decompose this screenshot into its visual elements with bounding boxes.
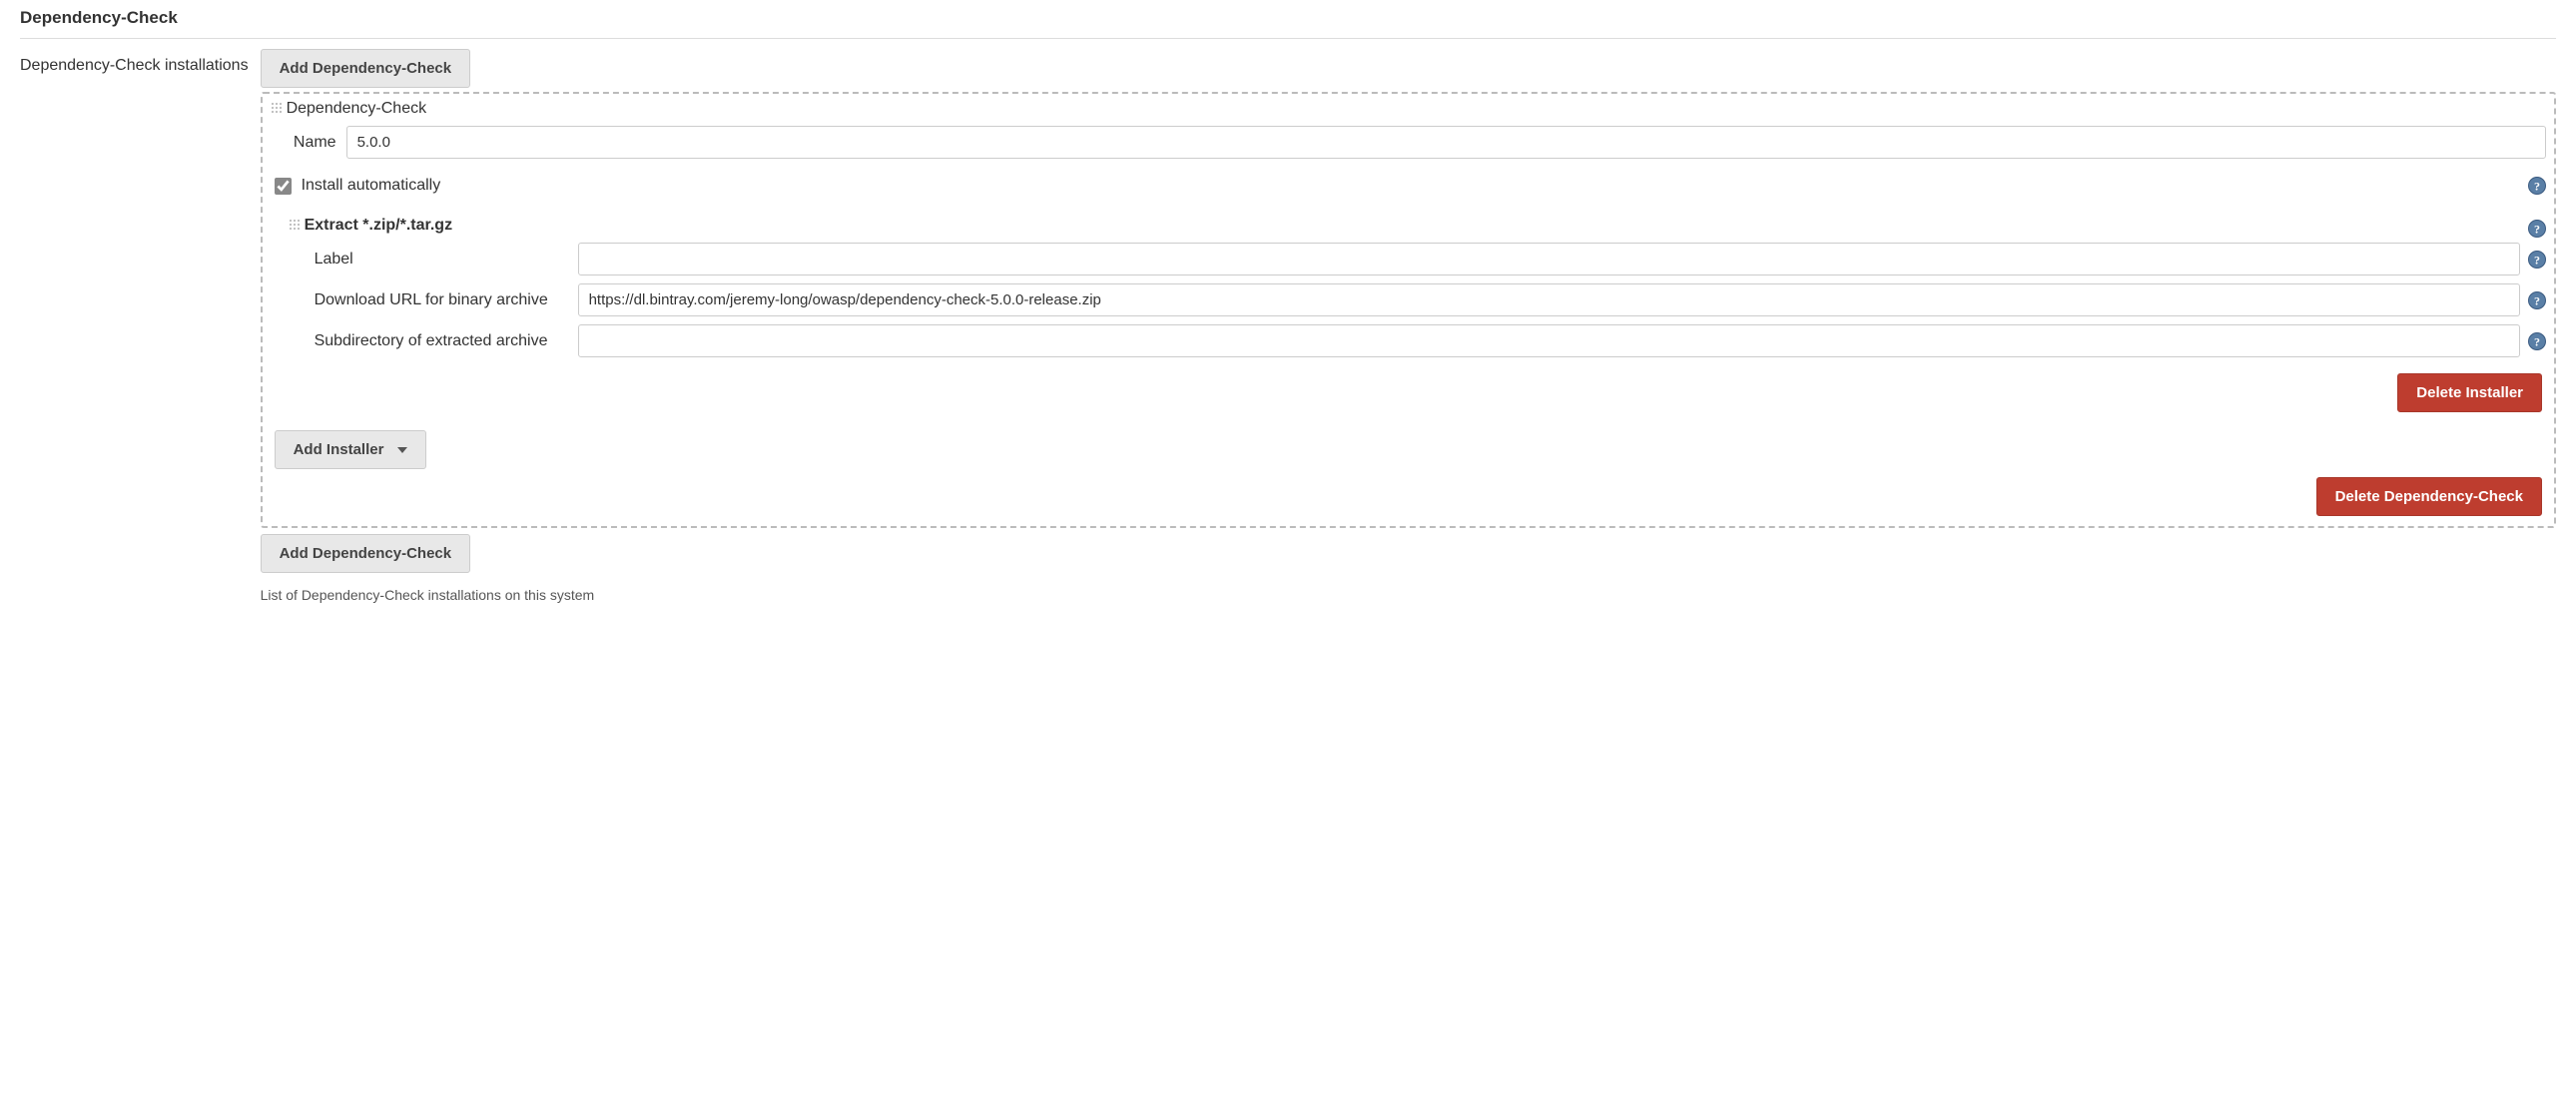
add-installer-button[interactable]: Add Installer bbox=[275, 430, 427, 469]
url-field-label: Download URL for binary archive bbox=[315, 291, 578, 309]
label-input[interactable] bbox=[578, 243, 2520, 275]
add-dependency-check-button-top[interactable]: Add Dependency-Check bbox=[261, 49, 471, 88]
name-label: Name bbox=[291, 134, 346, 152]
installation-title: Dependency-Check bbox=[287, 100, 427, 118]
subdirectory-input[interactable] bbox=[578, 324, 2520, 357]
help-icon[interactable] bbox=[2528, 332, 2546, 350]
help-icon[interactable] bbox=[2528, 251, 2546, 269]
name-input[interactable] bbox=[346, 126, 2546, 159]
divider bbox=[20, 38, 2556, 39]
chevron-down-icon bbox=[397, 447, 407, 453]
delete-dependency-check-button[interactable]: Delete Dependency-Check bbox=[2316, 477, 2542, 516]
help-icon[interactable] bbox=[2528, 177, 2546, 195]
section-title: Dependency-Check bbox=[20, 8, 2556, 28]
installer-header: Extract *.zip/*.tar.gz bbox=[289, 215, 2520, 243]
add-dependency-check-button-bottom[interactable]: Add Dependency-Check bbox=[261, 534, 471, 573]
install-automatically-checkbox[interactable] bbox=[275, 178, 292, 195]
help-icon[interactable] bbox=[2528, 220, 2546, 238]
add-installer-label: Add Installer bbox=[294, 441, 384, 458]
delete-installer-button[interactable]: Delete Installer bbox=[2397, 373, 2542, 412]
drag-handle-icon[interactable] bbox=[271, 102, 283, 116]
help-icon[interactable] bbox=[2528, 291, 2546, 309]
installation-header: Dependency-Check bbox=[271, 98, 2546, 126]
label-field-label: Label bbox=[315, 251, 578, 269]
installation-group: Dependency-Check Name Install automatica… bbox=[261, 92, 2556, 528]
drag-handle-icon[interactable] bbox=[289, 219, 301, 233]
footer-text: List of Dependency-Check installations o… bbox=[261, 587, 2556, 603]
subdir-field-label: Subdirectory of extracted archive bbox=[315, 332, 578, 350]
install-automatically-label: Install automatically bbox=[302, 177, 2520, 195]
installer-title: Extract *.zip/*.tar.gz bbox=[305, 217, 453, 235]
installations-label: Dependency-Check installations bbox=[20, 49, 249, 75]
download-url-input[interactable] bbox=[578, 283, 2520, 316]
